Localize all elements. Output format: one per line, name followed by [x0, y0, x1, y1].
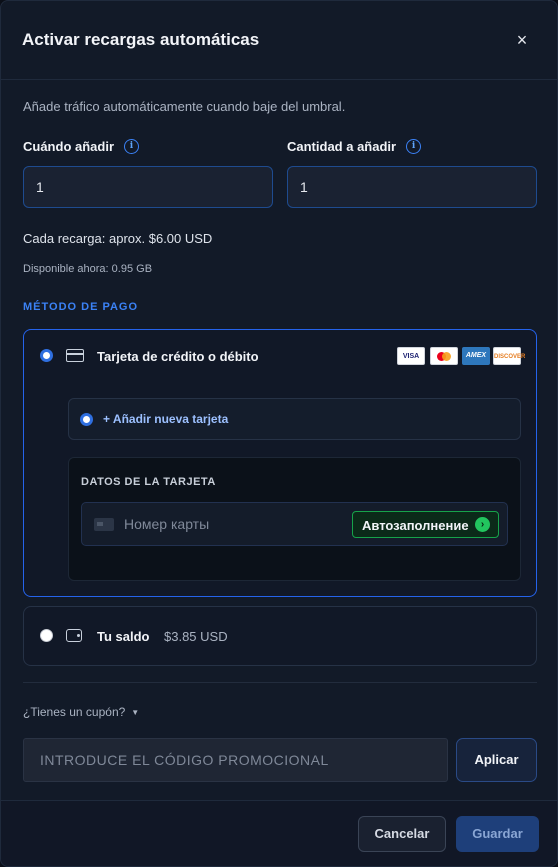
card-option-radio[interactable] — [40, 349, 53, 362]
modal-title: Activar recargas automáticas — [22, 30, 260, 49]
promo-code-input[interactable] — [23, 738, 448, 782]
balance-label: Tu saldo — [97, 629, 150, 644]
modal-header: Activar recargas automáticas × — [1, 1, 557, 80]
card-number-field: Автозаполнение › — [81, 502, 508, 546]
close-icon[interactable]: × — [513, 31, 531, 49]
payment-method-heading: MÉTODO DE PAGO — [23, 301, 139, 313]
coupon-toggle[interactable]: ¿Tienes un cupón? ▼ — [23, 705, 139, 719]
balance-option-radio[interactable] — [40, 629, 53, 642]
auto-recharge-modal: Activar recargas automáticas × Añade trá… — [0, 0, 558, 867]
modal-subtitle: Añade tráfico automáticamente cuando baj… — [23, 99, 346, 114]
when-to-add-input[interactable] — [23, 166, 273, 208]
amex-icon: AMEX — [462, 347, 490, 365]
amount-to-add-label: Cantidad a añadir i — [287, 139, 422, 154]
modal-footer: Cancelar Guardar — [1, 800, 557, 866]
card-number-input[interactable] — [124, 516, 344, 532]
arrow-right-icon: › — [475, 517, 490, 532]
mastercard-icon — [430, 347, 458, 365]
each-recharge-text: Cada recarga: aprox. $6.00 USD — [23, 231, 213, 246]
cancel-button[interactable]: Cancelar — [358, 816, 446, 852]
card-chip-icon — [94, 518, 114, 531]
card-payment-option[interactable]: Tarjeta de crédito o débito VISA AMEX DI… — [23, 329, 537, 597]
balance-amount: $3.85 USD — [164, 629, 228, 644]
divider — [23, 682, 537, 683]
autofill-button[interactable]: Автозаполнение › — [352, 511, 499, 538]
info-icon[interactable]: i — [124, 139, 140, 154]
credit-card-icon — [66, 349, 84, 362]
balance-payment-option[interactable]: Tu saldo $3.85 USD — [23, 606, 537, 666]
amount-to-add-label-text: Cantidad a añadir — [287, 139, 397, 154]
coupon-toggle-label: ¿Tienes un cupón? — [23, 705, 126, 719]
card-data-title: DATOS DE LA TARJETA — [81, 476, 216, 488]
add-card-radio[interactable] — [80, 413, 93, 426]
caret-down-icon: ▼ — [131, 708, 140, 718]
card-data-panel: DATOS DE LA TARJETA Автозаполнение › — [68, 457, 521, 581]
card-option-label: Tarjeta de crédito o débito — [97, 349, 259, 364]
apply-coupon-button[interactable]: Aplicar — [456, 738, 537, 782]
autofill-label: Автозаполнение — [362, 518, 469, 533]
discover-icon: DISCOVER — [493, 347, 525, 365]
add-new-card-label: + Añadir nueva tarjeta — [103, 412, 229, 426]
visa-icon: VISA — [397, 347, 425, 365]
when-to-add-label: Cuándo añadir i — [23, 139, 140, 154]
amount-to-add-input[interactable] — [287, 166, 537, 208]
save-button[interactable]: Guardar — [456, 816, 539, 852]
info-icon[interactable]: i — [406, 139, 422, 154]
available-now-text: Disponible ahora: 0.95 GB — [23, 263, 153, 275]
wallet-icon — [66, 629, 82, 642]
add-new-card-option[interactable]: + Añadir nueva tarjeta — [68, 398, 521, 440]
when-to-add-label-text: Cuándo añadir — [23, 139, 115, 154]
